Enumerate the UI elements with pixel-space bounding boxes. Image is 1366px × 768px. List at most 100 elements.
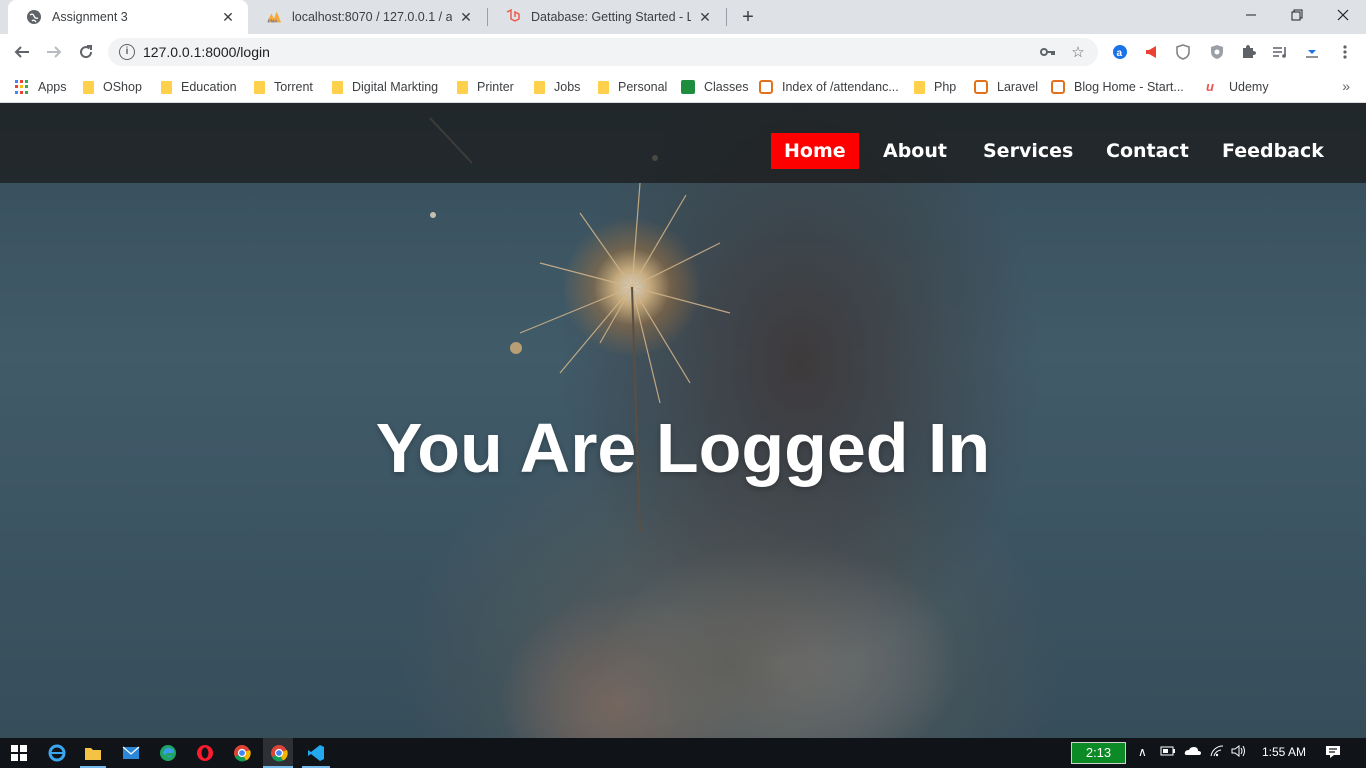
restore-icon[interactable]	[1274, 0, 1320, 30]
bookmark-label: Php	[934, 80, 957, 94]
address-bar[interactable]: i 127.0.0.1:8000/login ☆	[108, 38, 1098, 66]
megaphone-icon[interactable]	[1142, 42, 1162, 62]
folder-icon	[598, 80, 609, 94]
bookmark-label: Classes	[704, 80, 749, 94]
page-viewport: Home About Services Contact Feedback You…	[0, 103, 1366, 738]
edge-icon[interactable]	[157, 742, 179, 764]
bookmark-php[interactable]: Php	[914, 77, 956, 97]
minimize-icon[interactable]	[1228, 0, 1274, 30]
bookmark-label: Digital Markting	[352, 80, 439, 94]
bookmark-torrent[interactable]: Torrent	[254, 77, 313, 97]
folder-icon	[83, 80, 94, 94]
svg-text:a: a	[1117, 48, 1123, 59]
bookmark-label: Personal	[618, 80, 668, 94]
notifications-icon[interactable]	[1325, 745, 1341, 762]
kebab-menu-icon[interactable]	[1335, 42, 1355, 62]
folder-icon	[457, 80, 468, 94]
bookmark-apps[interactable]: Apps	[15, 77, 67, 97]
browser-toolbar: i 127.0.0.1:8000/login ☆ a	[0, 34, 1366, 70]
bookmark-classes[interactable]: Classes	[681, 77, 748, 97]
phpmyadmin-icon: PMA	[266, 9, 282, 25]
bookmark-label: Jobs	[554, 80, 581, 94]
chrome-active-icon[interactable]	[268, 742, 290, 764]
battery-timer-badge: 2:13	[1071, 742, 1126, 764]
bookmark-printer[interactable]: Printer	[457, 77, 514, 97]
new-tab-button[interactable]: +	[736, 5, 760, 29]
tab-separator	[726, 8, 727, 26]
nav-about[interactable]: About	[870, 133, 960, 169]
folder-icon	[254, 80, 265, 94]
vscode-icon[interactable]	[305, 742, 327, 764]
chrome-icon[interactable]	[231, 742, 253, 764]
windows-start-icon[interactable]	[8, 742, 30, 764]
bookmark-laravel[interactable]: Laravel	[974, 77, 1038, 97]
site-info-icon[interactable]: i	[119, 44, 135, 60]
folder-icon	[534, 80, 545, 94]
file-explorer-icon[interactable]	[82, 742, 104, 764]
tab-title: localhost:8070 / 127.0.0.1 / assig	[292, 10, 452, 24]
apps-grid-icon	[15, 80, 29, 94]
laravel-icon	[505, 9, 521, 25]
key-icon[interactable]	[1038, 42, 1058, 62]
internet-explorer-icon[interactable]	[46, 742, 68, 764]
wifi-icon[interactable]	[1210, 745, 1224, 760]
bookmarks-overflow-icon[interactable]: »	[1342, 78, 1350, 94]
taskbar-clock[interactable]: 1:55 AM	[1262, 745, 1306, 759]
bookmark-blog-home[interactable]: Blog Home - Start...	[1051, 77, 1184, 97]
reload-icon[interactable]	[72, 38, 100, 66]
shield-icon[interactable]	[1173, 42, 1193, 62]
bookmark-label: Education	[181, 80, 237, 94]
forward-icon[interactable]	[40, 38, 68, 66]
site-navbar: Home About Services Contact Feedback	[0, 103, 1366, 183]
vpn-shield-icon[interactable]	[1207, 42, 1227, 62]
xampp-icon	[1051, 80, 1065, 94]
close-tab-icon[interactable]: ✕	[697, 9, 713, 25]
bookmark-star-icon[interactable]: ☆	[1068, 42, 1088, 62]
volume-icon[interactable]	[1231, 745, 1247, 760]
bookmark-index-attendance[interactable]: Index of /attendanc...	[759, 77, 899, 97]
bookmark-label: Laravel	[997, 80, 1038, 94]
folder-icon	[914, 80, 925, 94]
battery-icon[interactable]	[1160, 745, 1176, 759]
puzzle-icon[interactable]	[1238, 42, 1258, 62]
opera-icon[interactable]	[194, 742, 216, 764]
xampp-icon	[759, 80, 773, 94]
bookmark-digital-markting[interactable]: Digital Markting	[332, 77, 438, 97]
reading-list-icon[interactable]	[1270, 42, 1290, 62]
bookmark-label: OShop	[103, 80, 142, 94]
bookmark-label: Printer	[477, 80, 514, 94]
tab-assignment-3[interactable]: Assignment 3 ✕	[8, 0, 248, 34]
download-icon[interactable]	[1302, 42, 1322, 62]
onedrive-icon[interactable]	[1184, 745, 1202, 759]
close-tab-icon[interactable]: ✕	[220, 9, 236, 25]
extension-a-icon[interactable]: a	[1110, 42, 1130, 62]
bookmark-label: Apps	[38, 80, 67, 94]
bookmark-oshop[interactable]: OShop	[83, 77, 142, 97]
hero-title: You Are Logged In	[375, 409, 991, 487]
bookmark-personal[interactable]: Personal	[598, 77, 667, 97]
nav-feedback[interactable]: Feedback	[1209, 133, 1337, 169]
tab-laravel-docs[interactable]: Database: Getting Started - Larav ✕	[487, 0, 725, 34]
close-window-icon[interactable]	[1320, 0, 1366, 30]
folder-icon	[332, 80, 343, 94]
back-icon[interactable]	[8, 38, 36, 66]
mail-icon[interactable]	[120, 742, 142, 764]
bookmark-jobs[interactable]: Jobs	[534, 77, 580, 97]
tab-strip: Assignment 3 ✕ PMA localhost:8070 / 127.…	[0, 0, 1366, 34]
bookmark-education[interactable]: Education	[161, 77, 237, 97]
show-hidden-icons-icon[interactable]: ∧	[1138, 745, 1147, 759]
nav-services[interactable]: Services	[970, 133, 1086, 169]
xampp-icon	[974, 80, 988, 94]
bookmark-label: Torrent	[274, 80, 313, 94]
url-text: 127.0.0.1:8000/login	[143, 44, 270, 60]
bookmarks-bar: Apps OShop Education Torrent Digital Mar…	[0, 70, 1366, 103]
nav-contact[interactable]: Contact	[1093, 133, 1202, 169]
udemy-icon: u	[1206, 79, 1214, 94]
svg-text:PMA: PMA	[268, 18, 279, 23]
tab-phpmyadmin[interactable]: PMA localhost:8070 / 127.0.0.1 / assig ✕	[248, 0, 486, 34]
classroom-icon	[681, 80, 695, 94]
tab-title: Database: Getting Started - Larav	[531, 10, 691, 24]
nav-home[interactable]: Home	[771, 133, 859, 169]
close-tab-icon[interactable]: ✕	[458, 9, 474, 25]
bookmark-udemy[interactable]: u Udemy	[1206, 77, 1269, 97]
